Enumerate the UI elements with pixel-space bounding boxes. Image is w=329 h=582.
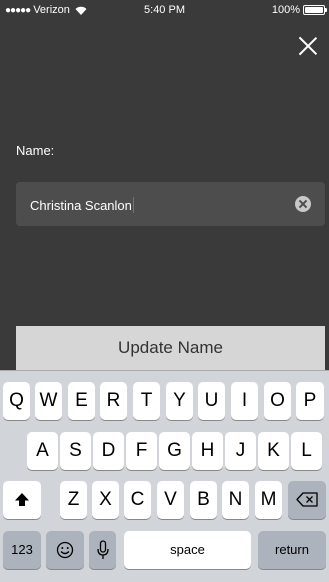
key-r[interactable]: R [100,382,127,420]
name-input-text: Christina Scanlon [30,198,132,213]
emoji-key[interactable] [46,531,84,569]
key-g[interactable]: G [159,432,190,470]
key-q[interactable]: Q [3,382,30,420]
key-u[interactable]: U [198,382,225,420]
key-f[interactable]: F [126,432,157,470]
keyboard: Q W E R T Y U I O P A S D F G H J K L Z … [0,370,329,582]
key-v[interactable]: V [157,481,184,519]
key-i[interactable]: I [231,382,258,420]
key-m[interactable]: M [255,481,282,519]
return-key[interactable]: return [258,531,326,569]
microphone-icon [96,539,109,560]
battery-icon [303,5,327,15]
key-c[interactable]: C [124,481,151,519]
shift-key[interactable] [3,481,41,519]
key-b[interactable]: B [190,481,217,519]
key-p[interactable]: P [296,382,324,420]
status-bar: ●●●●● Verizon 5:40 PM 100% [0,0,329,20]
numbers-key[interactable]: 123 [3,531,41,569]
name-input-value[interactable]: Christina Scanlon [30,197,134,213]
text-cursor [132,197,134,213]
key-k[interactable]: K [258,432,289,470]
delete-icon [296,489,318,510]
emoji-icon [56,539,74,560]
update-name-button[interactable]: Update Name [16,326,325,370]
status-battery-group: 100% [271,4,327,16]
close-icon[interactable] [295,33,321,59]
key-x[interactable]: X [92,481,119,519]
key-w[interactable]: W [35,382,62,420]
key-n[interactable]: N [222,481,249,519]
key-d[interactable]: D [93,432,124,470]
battery-percent: 100% [271,4,300,16]
battery-fill [305,7,323,13]
key-z[interactable]: Z [60,481,87,519]
key-e[interactable]: E [68,382,95,420]
key-h[interactable]: H [192,432,223,470]
name-input[interactable]: Christina Scanlon [16,182,325,226]
key-s[interactable]: S [60,432,91,470]
key-l[interactable]: L [291,432,322,470]
shift-icon [14,489,30,510]
delete-key[interactable] [288,481,326,519]
clear-text-icon[interactable] [295,196,311,212]
space-key[interactable]: space [124,531,251,569]
key-t[interactable]: T [133,382,160,420]
key-o[interactable]: O [264,382,291,420]
key-j[interactable]: J [225,432,256,470]
key-a[interactable]: A [27,432,58,470]
name-label: Name: [16,143,55,158]
dictation-key[interactable] [89,531,116,569]
key-y[interactable]: Y [166,382,193,420]
